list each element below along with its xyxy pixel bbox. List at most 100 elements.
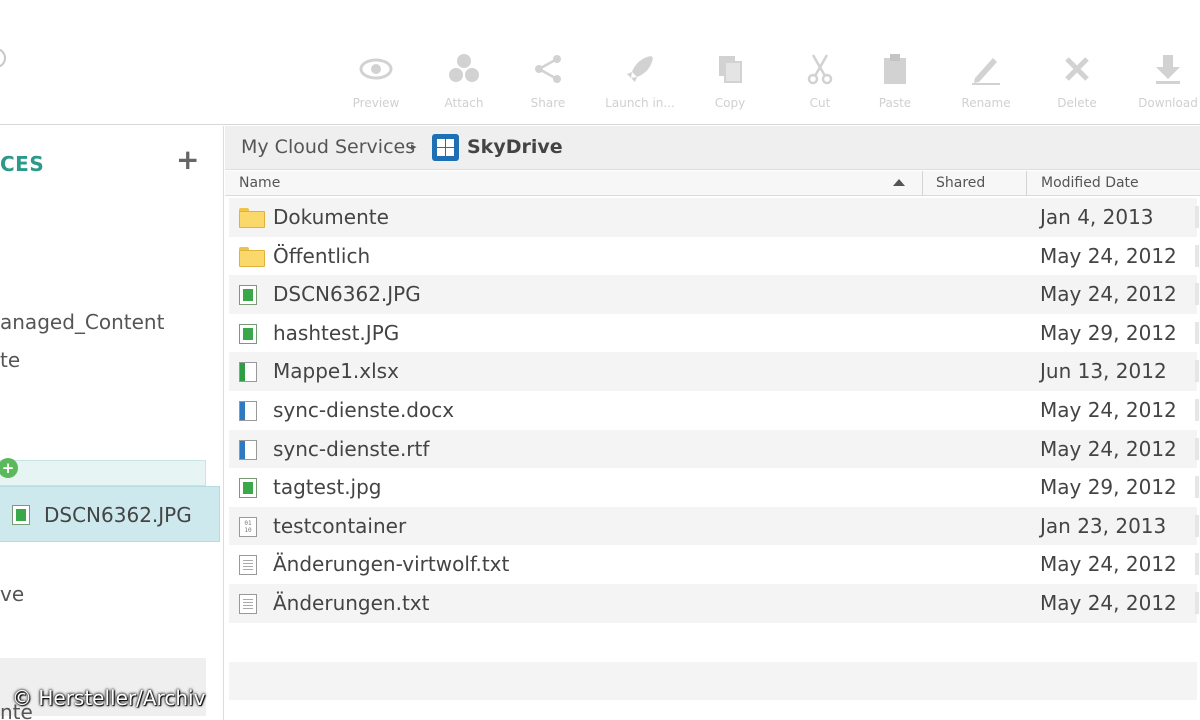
drop-target-row <box>0 460 206 486</box>
attach-icon <box>449 54 479 82</box>
file-row[interactable]: Änderungen.txt May 24, 2012 <box>229 583 1199 623</box>
preview-label: Preview <box>352 96 400 110</box>
file-row[interactable]: Öffentlich May 24, 2012 <box>229 237 1199 276</box>
sidebar: CES + anaged_Content te + DSCN6362.JPG v… <box>0 126 224 720</box>
scissors-icon <box>807 54 833 85</box>
add-service-button[interactable]: + <box>176 146 199 174</box>
sidebar-item-ve[interactable]: ve <box>0 582 24 606</box>
sidebar-item-managed-content[interactable]: anaged_Content <box>0 310 164 334</box>
column-header-modified[interactable]: Modified Date <box>1041 175 1139 191</box>
row-edge <box>1195 514 1199 537</box>
row-edge <box>1195 553 1199 576</box>
file-name: hashtest.JPG <box>273 320 400 345</box>
file-date: May 24, 2012 <box>1040 552 1177 577</box>
launch-in-button[interactable]: Launch in... <box>600 52 680 110</box>
file-row[interactable]: Dokumente Jan 4, 2013 <box>229 198 1199 237</box>
file-name: testcontainer <box>273 513 407 538</box>
file-name: DSCN6362.JPG <box>273 282 421 307</box>
download-label: Download <box>1138 96 1198 110</box>
file-list: Dokumente Jan 4, 2013 Öffentlich May 24,… <box>229 198 1199 623</box>
paste-label: Paste <box>878 96 912 110</box>
delete-button[interactable]: Delete <box>1037 52 1117 110</box>
column-header-name[interactable]: Name <box>239 175 280 191</box>
row-edge <box>1195 437 1199 460</box>
breadcrumb-root[interactable]: My Cloud Services <box>241 136 415 158</box>
file-date: May 24, 2012 <box>1040 397 1177 422</box>
paste-button[interactable]: Paste <box>855 52 935 110</box>
launch-in-label: Launch in... <box>605 96 675 110</box>
share-button[interactable]: Share <box>508 52 588 110</box>
file-name: Dokumente <box>273 205 389 229</box>
file-name: sync-dienste.rtf <box>273 436 430 461</box>
file-row[interactable]: sync-dienste.rtf May 24, 2012 <box>229 429 1199 469</box>
share-label: Share <box>530 96 566 110</box>
row-edge <box>1195 206 1199 228</box>
rename-label: Rename <box>961 96 1011 110</box>
rename-button[interactable]: Rename <box>946 52 1026 110</box>
windows-logo-icon <box>432 134 459 161</box>
document-file-icon <box>239 400 257 421</box>
text-file-icon <box>239 593 257 614</box>
attach-button[interactable]: Attach <box>424 52 504 110</box>
file-name: tagtest.jpg <box>273 475 382 500</box>
file-row[interactable]: hashtest.JPG May 29, 2012 <box>229 314 1199 353</box>
cut-label: Cut <box>809 96 831 110</box>
file-row[interactable]: DSCN6362.JPG May 24, 2012 <box>229 275 1199 314</box>
share-icon <box>535 55 561 83</box>
delete-label: Delete <box>1057 96 1097 110</box>
image-file-icon <box>239 478 257 499</box>
clipboard-icon <box>884 54 906 84</box>
file-row[interactable]: tagtest.jpg May 29, 2012 <box>229 468 1199 507</box>
eye-icon <box>359 58 393 80</box>
file-row[interactable]: sync-dienste.docx May 24, 2012 <box>229 391 1199 430</box>
file-row[interactable]: Änderungen-virtwolf.txt May 24, 2012 <box>229 545 1199 584</box>
column-header-shared[interactable]: Shared <box>936 175 985 191</box>
sort-ascending-icon[interactable] <box>893 179 905 186</box>
folder-icon <box>239 208 265 228</box>
row-edge <box>1195 591 1199 614</box>
download-button[interactable]: Download <box>1128 52 1200 110</box>
file-name: Änderungen-virtwolf.txt <box>273 552 510 577</box>
image-file-icon <box>12 505 30 525</box>
rocket-icon <box>627 56 653 82</box>
sidebar-header: CES <box>0 152 45 176</box>
breadcrumb-separator: ▸ <box>411 140 417 153</box>
row-edge <box>1195 360 1199 383</box>
row-edge <box>1195 321 1199 344</box>
cut-button[interactable]: Cut <box>780 52 860 110</box>
empty-row <box>229 662 1197 700</box>
sidebar-selected-file[interactable]: DSCN6362.JPG <box>0 486 220 542</box>
column-divider[interactable] <box>1026 171 1027 196</box>
image-file-icon <box>239 285 257 306</box>
binary-file-icon: 01 10 <box>239 516 257 537</box>
pencil-icon <box>972 58 1000 85</box>
file-date: May 24, 2012 <box>1040 282 1177 307</box>
folder-icon <box>239 246 265 267</box>
preview-button[interactable]: Preview <box>336 52 416 110</box>
row-edge <box>1195 283 1199 306</box>
file-date: May 24, 2012 <box>1040 590 1177 615</box>
file-date: Jan 23, 2013 <box>1040 513 1167 538</box>
breadcrumb-current[interactable]: SkyDrive <box>467 136 563 158</box>
row-edge <box>1195 398 1199 421</box>
file-row[interactable]: Mappe1.xlsx Jun 13, 2012 <box>229 352 1199 391</box>
x-icon <box>1065 57 1089 81</box>
file-name: Öffentlich <box>273 243 371 268</box>
file-date: Jan 4, 2013 <box>1040 205 1154 229</box>
file-name: Mappe1.xlsx <box>273 359 399 384</box>
row-edge <box>1195 476 1199 499</box>
file-date: Jun 13, 2012 <box>1040 359 1167 384</box>
column-divider[interactable] <box>922 171 923 196</box>
attach-label: Attach <box>444 96 484 110</box>
copy-button[interactable]: Copy <box>690 52 770 110</box>
download-icon <box>1156 55 1180 84</box>
file-date: May 24, 2012 <box>1040 436 1177 461</box>
document-file-icon <box>239 439 257 460</box>
breadcrumb: My Cloud Services ▸ SkyDrive <box>225 126 1200 170</box>
copy-label: Copy <box>714 96 746 110</box>
sidebar-item-te[interactable]: te <box>0 348 20 372</box>
file-row[interactable]: 01 10 testcontainer Jan 23, 2013 <box>229 506 1199 546</box>
spreadsheet-file-icon <box>239 362 257 383</box>
app-logo-icon <box>0 48 6 68</box>
file-name: Änderungen.txt <box>273 590 430 615</box>
